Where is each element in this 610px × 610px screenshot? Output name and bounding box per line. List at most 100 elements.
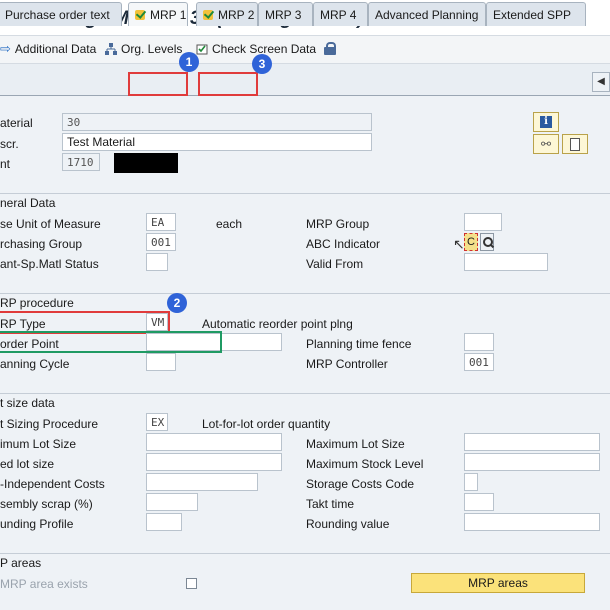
org-levels-button[interactable]: Org. Levels bbox=[105, 42, 182, 56]
tab-mrp-2[interactable]: MRP 2 bbox=[196, 2, 258, 26]
abc-indicator-label: ABC Indicator bbox=[306, 237, 381, 251]
mrp-controller-field[interactable]: 001 bbox=[464, 353, 494, 371]
maximum-stock-level-label: Maximum Stock Level bbox=[306, 457, 424, 471]
tab-mrp-3[interactable]: MRP 3 bbox=[258, 2, 313, 26]
lock-button[interactable] bbox=[324, 42, 336, 55]
tab-scroll-left-button[interactable]: ◀ bbox=[592, 72, 610, 92]
uom-label: se Unit of Measure bbox=[0, 217, 101, 231]
section-title: t size data bbox=[0, 396, 55, 410]
maximum-lot-size-label: Maximum Lot Size bbox=[306, 437, 405, 451]
maximum-stock-level-field[interactable] bbox=[464, 453, 600, 471]
step-badge-3: 3 bbox=[252, 54, 272, 74]
highlight-reorder-point bbox=[0, 331, 222, 353]
plant-status-label: ant-Sp.Matl Status bbox=[0, 257, 99, 271]
independent-costs-label: -Independent Costs bbox=[0, 477, 105, 491]
purchasing-group-field[interactable]: 001 bbox=[146, 233, 176, 251]
checkmark-icon bbox=[135, 9, 146, 20]
material-label: aterial bbox=[0, 116, 33, 130]
tab-label: MRP 3 bbox=[265, 7, 302, 22]
tab-label: MRP 4 bbox=[320, 7, 357, 22]
check-screen-icon bbox=[196, 43, 208, 55]
info-icon: i bbox=[540, 116, 552, 128]
arrow-right-icon: ⇨ bbox=[0, 41, 11, 56]
planning-time-fence-field[interactable] bbox=[464, 333, 494, 351]
material-field: 30 bbox=[62, 113, 372, 131]
mrp-group-label: MRP Group bbox=[306, 217, 370, 231]
tab-label: MRP 1 bbox=[150, 7, 187, 22]
takt-time-label: Takt time bbox=[306, 497, 355, 511]
planning-time-fence-label: Planning time fence bbox=[306, 337, 412, 351]
link-icon: ⚯ bbox=[540, 137, 552, 151]
planning-cycle-field[interactable] bbox=[146, 353, 176, 371]
link-button[interactable]: ⚯ bbox=[533, 134, 559, 154]
info-button[interactable]: i bbox=[533, 112, 559, 132]
tab-mrp-1[interactable]: MRP 1 bbox=[128, 2, 188, 26]
plant-label: nt bbox=[0, 157, 11, 171]
plant-status-field[interactable] bbox=[146, 253, 168, 271]
planning-cycle-label: anning Cycle bbox=[0, 357, 70, 371]
search-help-icon[interactable] bbox=[480, 233, 494, 251]
rounding-value-label: Rounding value bbox=[306, 517, 390, 531]
valid-from-field[interactable] bbox=[464, 253, 548, 271]
redacted-block bbox=[114, 153, 178, 173]
document-icon bbox=[570, 137, 580, 151]
tab-label: Advanced Planning bbox=[375, 7, 479, 22]
mrp-areas-section: P areas bbox=[0, 553, 610, 571]
document-button[interactable] bbox=[562, 134, 588, 154]
tab-label: MRP 2 bbox=[218, 7, 255, 22]
checkmark-icon bbox=[203, 9, 214, 20]
uom-field[interactable]: EA bbox=[146, 213, 176, 231]
maximum-lot-size-field[interactable] bbox=[464, 433, 600, 451]
mouse-cursor-icon: ↖ bbox=[453, 236, 465, 252]
purchasing-group-label: rchasing Group bbox=[0, 237, 83, 251]
highlight-mrp-2 bbox=[198, 72, 258, 96]
uom-text: each bbox=[216, 217, 243, 231]
lot-size-section: t size data bbox=[0, 393, 610, 411]
fixed-lot-size-field[interactable] bbox=[146, 453, 282, 471]
storage-costs-code-field[interactable] bbox=[464, 473, 478, 491]
mrp-group-field[interactable] bbox=[464, 213, 502, 231]
tab-purchase-order-text[interactable]: Purchase order text bbox=[0, 2, 122, 26]
mrp-type-text: Automatic reorder point plng bbox=[202, 317, 353, 331]
valid-from-label: Valid From bbox=[306, 257, 364, 271]
storage-costs-code-label: Storage Costs Code bbox=[306, 477, 415, 491]
step-badge-1: 1 bbox=[179, 52, 199, 72]
org-levels-label: Org. Levels bbox=[121, 42, 183, 56]
fixed-lot-size-label: ed lot size bbox=[0, 457, 55, 471]
check-screen-data-button[interactable]: Check Screen Data bbox=[196, 42, 316, 56]
tab-extended-spp[interactable]: Extended SPP bbox=[486, 2, 586, 26]
tab-mrp-4[interactable]: MRP 4 bbox=[313, 2, 368, 26]
mrp-controller-label: MRP Controller bbox=[306, 357, 388, 371]
assembly-scrap-label: sembly scrap (%) bbox=[0, 497, 93, 511]
general-data-section: neral Data bbox=[0, 193, 610, 211]
additional-data-button[interactable]: ⇨ Additional Data bbox=[0, 42, 96, 56]
additional-data-label: Additional Data bbox=[14, 42, 97, 56]
independent-costs-field[interactable] bbox=[146, 473, 258, 491]
assembly-scrap-field[interactable] bbox=[146, 493, 198, 511]
highlight-mrp-1 bbox=[128, 72, 188, 96]
takt-time-field[interactable] bbox=[464, 493, 494, 511]
rounding-value-field[interactable] bbox=[464, 513, 600, 531]
description-field[interactable]: Test Material bbox=[62, 133, 372, 151]
section-title: P areas bbox=[0, 556, 42, 570]
lot-sizing-procedure-text: Lot-for-lot order quantity bbox=[202, 417, 331, 431]
section-title: RP procedure bbox=[0, 296, 74, 310]
tab-label: Purchase order text bbox=[5, 7, 110, 22]
tab-advanced-planning[interactable]: Advanced Planning bbox=[368, 2, 486, 26]
minimum-lot-size-field[interactable] bbox=[146, 433, 282, 451]
minimum-lot-size-label: imum Lot Size bbox=[0, 437, 77, 451]
mrp-procedure-section: RP procedure bbox=[0, 293, 610, 311]
lot-sizing-procedure-field[interactable]: EX bbox=[146, 413, 168, 431]
section-title: neral Data bbox=[0, 196, 56, 210]
abc-indicator-field[interactable]: C bbox=[464, 233, 478, 251]
mrp-areas-button[interactable]: MRP areas bbox=[411, 573, 585, 593]
plant-field: 1710 bbox=[62, 153, 100, 171]
tab-strip bbox=[0, 70, 610, 96]
tab-label: Extended SPP bbox=[493, 7, 572, 22]
rounding-profile-field[interactable] bbox=[146, 513, 182, 531]
application-toolbar: ⇨ Additional Data Org. Levels Check Scre… bbox=[0, 36, 610, 64]
step-badge-2: 2 bbox=[167, 293, 187, 313]
rounding-profile-label: unding Profile bbox=[0, 517, 74, 531]
lot-sizing-procedure-label: t Sizing Procedure bbox=[0, 417, 99, 431]
description-label: scr. bbox=[0, 137, 19, 151]
